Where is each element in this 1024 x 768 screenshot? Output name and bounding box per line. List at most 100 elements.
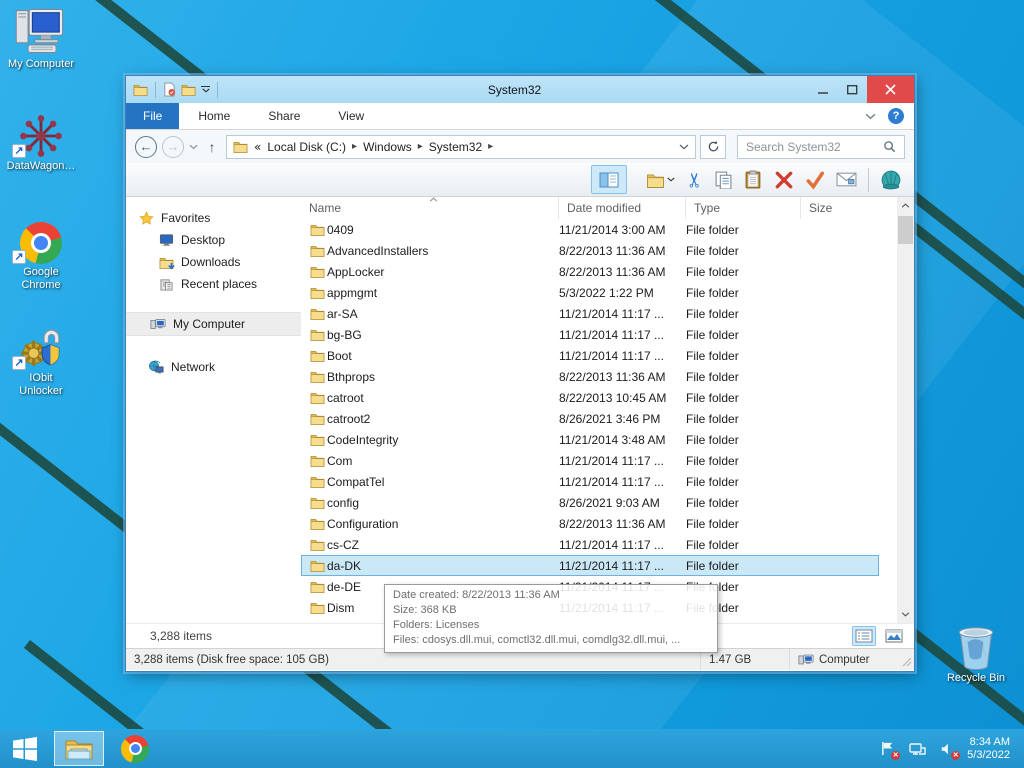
sidebar-item-favorites[interactable]: Favorites xyxy=(126,207,301,229)
column-header-date-modified[interactable]: Date modified xyxy=(559,197,686,219)
preview-pane-button[interactable] xyxy=(591,165,628,194)
folder-icon[interactable] xyxy=(181,83,196,96)
file-row-0409[interactable]: 0409 11/21/2014 3:00 AM File folder xyxy=(301,219,879,240)
file-row-Configuration[interactable]: Configuration 8/22/2013 11:36 AM File fold… xyxy=(301,513,879,534)
breadcrumb-overflow[interactable]: « xyxy=(254,140,261,154)
close-button[interactable] xyxy=(867,76,914,103)
file-name: AdvancedInstallers xyxy=(327,243,429,258)
paste-button[interactable] xyxy=(744,170,763,189)
up-button[interactable]: ↑ xyxy=(203,139,221,155)
search-icon[interactable] xyxy=(883,140,896,153)
thumbnail-view-button[interactable] xyxy=(882,626,906,646)
monitor-icon xyxy=(158,233,174,247)
breadcrumb-separator-icon[interactable]: ▸ xyxy=(352,141,357,152)
file-row-bg-BG[interactable]: bg-BG 11/21/2014 11:17 ... File folder xyxy=(301,324,879,345)
file-row-ar-SA[interactable]: ar-SA 11/21/2014 11:17 ... File folder xyxy=(301,303,879,324)
back-button[interactable]: ← xyxy=(135,135,157,158)
forward-button[interactable]: → xyxy=(162,135,184,158)
search-box[interactable]: Search System32 xyxy=(737,134,905,159)
desktop-icon-iobit-unlocker[interactable]: ↗ IObit Unlocker xyxy=(2,324,80,398)
breadcrumb-separator-icon[interactable]: ▸ xyxy=(418,141,423,152)
file-row-Bthprops[interactable]: Bthprops 8/22/2013 11:36 AM File folder xyxy=(301,366,879,387)
folder-options-button[interactable] xyxy=(646,172,675,188)
file-row-AppLocker[interactable]: AppLocker 8/22/2013 11:36 AM File folder xyxy=(301,261,879,282)
file-row-Com[interactable]: Com 11/21/2014 11:17 ... File folder xyxy=(301,450,879,471)
explorer-window: System32 File Home Share View ? ← → ↑ « … xyxy=(125,75,915,672)
tab-home[interactable]: Home xyxy=(179,103,249,129)
sidebar-item-downloads[interactable]: Downloads xyxy=(126,251,301,273)
breadcrumb-segment[interactable]: System32 xyxy=(429,140,482,154)
file-name: catroot xyxy=(327,390,364,405)
volume-muted-icon[interactable]: ✕ xyxy=(937,740,961,760)
file-name: appmgmt xyxy=(327,285,378,300)
maximize-button[interactable] xyxy=(838,76,867,103)
column-header-type[interactable]: Type xyxy=(686,197,801,219)
file-row-appmgmt[interactable]: appmgmt 5/3/2022 1:22 PM File folder xyxy=(301,282,879,303)
desktop-icon-google-chrome[interactable]: ↗ Google Chrome xyxy=(2,218,80,292)
file-list: Name Date modified Type Size 0409 11/21/2… xyxy=(301,197,897,623)
file-row-cs-CZ[interactable]: cs-CZ 11/21/2014 11:17 ... File folder xyxy=(301,534,879,555)
confirm-button[interactable] xyxy=(805,170,825,190)
breadcrumb[interactable]: « Local Disk (C:) ▸ Windows ▸ System32 ▸ xyxy=(226,134,696,159)
file-row-AdvancedInstallers[interactable]: AdvancedInstallers 8/22/2013 11:36 AM File… xyxy=(301,240,879,261)
sidebar-item-my-computer[interactable]: My Computer xyxy=(126,312,301,336)
qat-customize-button[interactable] xyxy=(201,86,210,93)
desktop-icon-my-computer[interactable]: My Computer xyxy=(2,6,80,71)
properties-icon[interactable] xyxy=(163,82,176,97)
cut-button[interactable]: ✂ xyxy=(683,171,707,188)
start-button[interactable] xyxy=(0,729,50,768)
scrollbar-thumb[interactable] xyxy=(898,216,913,244)
file-type: File folder xyxy=(686,453,739,468)
taskbar-chrome-button[interactable] xyxy=(110,731,160,766)
taskbar-clock[interactable]: 8:34 AM 5/3/2022 xyxy=(967,736,1014,762)
breadcrumb-segment[interactable]: Windows xyxy=(363,140,412,154)
ribbon-tabs: File Home Share View ? xyxy=(126,103,914,130)
file-date-modified: 8/22/2013 10:45 AM xyxy=(559,390,667,405)
file-row-CodeIntegrity[interactable]: CodeIntegrity 11/21/2014 3:48 AM File fold… xyxy=(301,429,879,450)
sidebar-item-desktop[interactable]: Desktop xyxy=(126,229,301,251)
address-dropdown-chevron-icon[interactable] xyxy=(679,144,689,150)
resize-grip[interactable] xyxy=(900,649,914,670)
titlebar[interactable]: System32 xyxy=(126,76,914,103)
sidebar-item-network[interactable]: Network xyxy=(126,356,301,378)
file-row-config[interactable]: config 8/26/2021 9:03 AM File folder xyxy=(301,492,879,513)
recent-locations-chevron-icon[interactable] xyxy=(189,144,198,150)
details-view-button[interactable] xyxy=(852,626,876,646)
file-row-da-DK[interactable]: da-DK 11/21/2014 11:17 ... File folder xyxy=(301,555,879,576)
folder-icon[interactable] xyxy=(133,83,148,96)
file-row-Boot[interactable]: Boot 11/21/2014 11:17 ... File folder xyxy=(301,345,879,366)
action-center-flag-icon[interactable]: ✕ xyxy=(877,740,901,760)
file-row-catroot[interactable]: catroot 8/22/2013 10:45 AM File folder xyxy=(301,387,879,408)
copy-button[interactable] xyxy=(714,170,733,189)
email-button[interactable] xyxy=(836,172,857,187)
file-row-CompatTel[interactable]: CompatTel 11/21/2014 11:17 ... File folder xyxy=(301,471,879,492)
minimize-button[interactable] xyxy=(809,76,838,103)
scroll-down-arrow-icon[interactable] xyxy=(897,606,914,623)
taskbar-file-explorer-button[interactable] xyxy=(54,731,104,766)
help-button[interactable]: ? xyxy=(888,108,904,124)
delete-button[interactable] xyxy=(774,170,794,190)
refresh-button[interactable] xyxy=(700,134,726,159)
desktop-icon-label: IObit Unlocker xyxy=(19,372,63,397)
breadcrumb-segment[interactable]: Local Disk (C:) xyxy=(267,140,346,154)
tab-file[interactable]: File xyxy=(126,103,180,129)
tab-view[interactable]: View xyxy=(319,103,383,129)
folder-icon xyxy=(301,307,327,320)
ribbon-expand-chevron-icon[interactable] xyxy=(865,113,876,120)
vertical-scrollbar[interactable] xyxy=(897,197,914,623)
tab-share[interactable]: Share xyxy=(249,103,319,129)
desktop-icon-datawagon[interactable]: ↗ DataWagon… xyxy=(2,110,80,173)
network-tray-icon[interactable] xyxy=(907,740,927,758)
sidebar-item-recent-places[interactable]: Recent places xyxy=(126,273,301,295)
file-type: File folder xyxy=(686,558,739,573)
file-row-catroot2[interactable]: catroot2 8/26/2021 3:46 PM File folder xyxy=(301,408,879,429)
column-header-size[interactable]: Size xyxy=(801,197,881,219)
scroll-up-arrow-icon[interactable] xyxy=(897,197,914,214)
shell-button[interactable] xyxy=(880,170,902,190)
desktop-icon-recycle-bin[interactable]: Recycle Bin xyxy=(937,620,1015,685)
breadcrumb-separator-icon[interactable]: ▸ xyxy=(488,141,493,152)
caption-buttons xyxy=(809,76,914,103)
file-date-modified: 8/26/2021 3:46 PM xyxy=(559,411,661,426)
file-name: cs-CZ xyxy=(327,537,359,552)
file-date-modified: 11/21/2014 11:17 ... xyxy=(559,327,664,342)
